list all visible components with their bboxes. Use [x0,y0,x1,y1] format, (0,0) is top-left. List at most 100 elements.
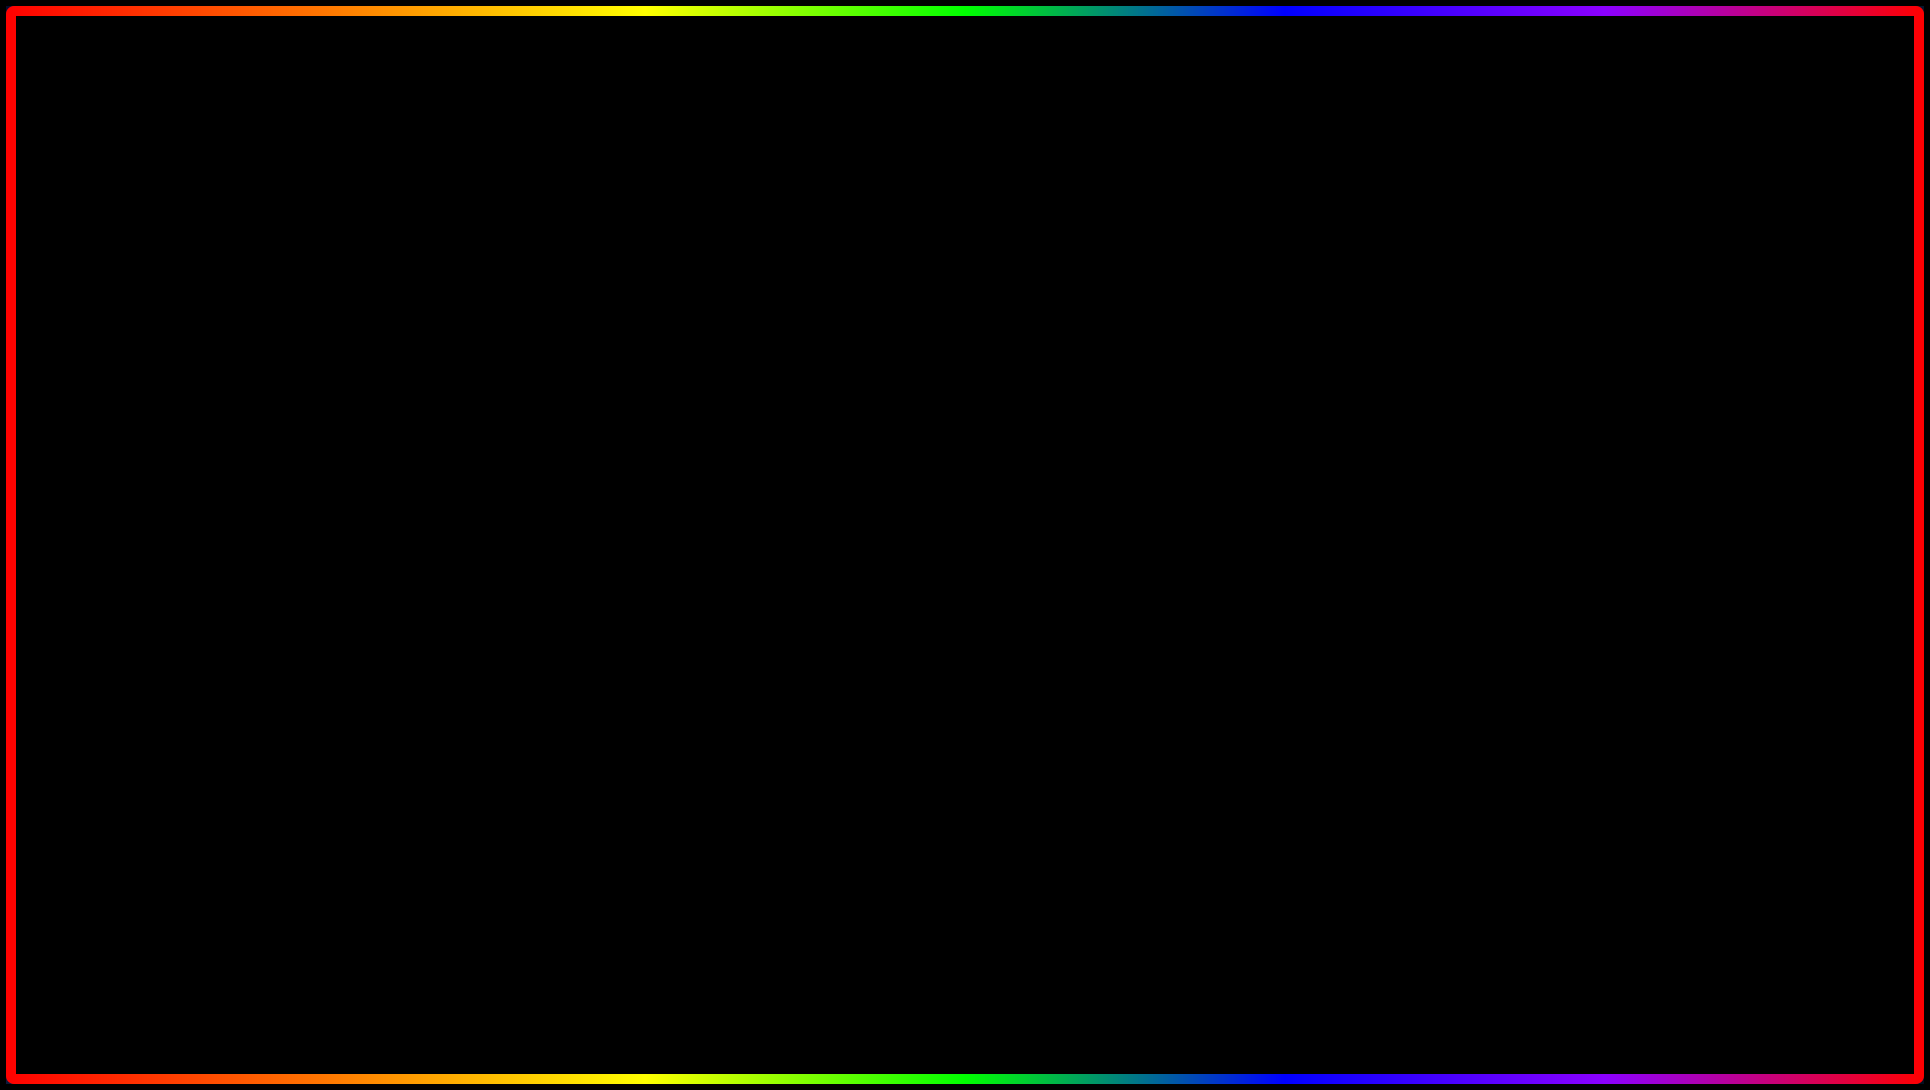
window1-titlebar: Hirimi Hub − ✕ [469,274,1003,311]
window2-controls: − ✕ [1083,402,1131,422]
sidebar1-set-position[interactable]: ⊕ Set Position [469,517,598,550]
teleport-icon: 📍 [483,459,499,476]
set-pos-icon-2: ⊕ [633,645,649,662]
sky-icon: 👤 [483,591,499,608]
window1-minimize-button[interactable]: − [943,282,963,302]
sidebar1-main[interactable]: ◇ Main [469,352,598,385]
quest-sea-event-checkbox[interactable]: ✓ [1111,513,1129,531]
main-title: BLOX FRUITS [6,26,1924,215]
sidebar1-item-label: Item [507,427,532,442]
sidebar2-set-position[interactable]: ⊕ Set Position [619,637,748,670]
set-speed-label: Set Speed [763,568,1129,583]
race-icon-2: 🏁 [633,678,649,695]
sky-icon-2: 👤 [633,711,649,728]
sidebar1-sky-label: Sky [507,592,529,607]
dev-icon-2: ⚡ [633,447,649,464]
sidebar2-setting-label: Setting [657,514,697,529]
window2-minimize-button[interactable]: − [1083,402,1103,422]
select-boat-row: Select Boat PirateGrandBrigade ▲ [763,441,1129,473]
main-icon: ◇ [483,360,499,377]
window2-title: Hirimi Hub [631,403,712,421]
gui-window-2: Hirimi Hub − ✕ ⚡ Developer ◇ Main ⚙ Sett… [616,391,1146,747]
set-speed-section: Set Speed 250 Speed [763,562,1129,633]
select-zone-label: Select Zone [763,481,836,496]
set-position-icon: ⊕ [483,525,499,542]
logo-bl-text: BL [1693,842,1780,915]
script-bottom-label: SCRIPT [814,939,1181,1054]
window2-titlebar: Hirimi Hub − ✕ [619,394,1143,431]
select-boat-value[interactable]: PirateGrandBrigade ▲ [1000,449,1129,464]
change-speed-boat-row: Change Speed Boat [763,633,1129,668]
sidebar1-item[interactable]: ◎ Item [469,418,598,451]
window1-title: Hirimi Hub [481,283,562,301]
developer-icon: ⚡ [483,327,499,344]
sidebar2-sea-event-label: Sea Event [657,613,719,628]
leviathan-name: LeviathanHeart [1696,651,1847,687]
window1-controls: − ✕ [943,282,991,302]
android-checkmark: ✓ [418,496,472,571]
setting-icon: ⚙ [483,393,499,410]
sidebar1-developer[interactable]: ⚡ Developer [469,319,598,352]
material-label-electric: Material [83,303,129,318]
sidebar1-race-v4[interactable]: 🏁 Race V4 [469,550,598,583]
select-boat-arrow: ▲ [1119,451,1129,462]
item-card-electric: Material x19 ⚡ Electric [71,291,246,476]
electric-name: Electric [83,446,234,464]
logo-ox-text: OX [1780,842,1874,915]
sidebar2-main[interactable]: ◇ Main [619,472,748,505]
sidebar2-main-label: Main [657,481,685,496]
sea-event-bottom-label: SEA EVENT [231,939,794,1054]
material-count-magnet: x1 [1833,303,1847,318]
mutant-name: MutantTooth [83,626,234,662]
quest-sea-event-label: Quest Sea Event [763,515,866,530]
mutant-icon: 🦷 [83,512,223,622]
sidebar2-developer[interactable]: ⚡ Developer [619,439,748,472]
logo-fruits-text: FRUITS [1617,916,1874,974]
low-health-row: Low Health Y Tween ✓ [611,357,991,387]
sidebar1-race-label: Race V4 [507,559,557,574]
health-bar-section: 4000 Health [611,323,991,347]
speed-bar-fill [763,589,873,609]
sidebar2-teleport[interactable]: 📍 Teleport [619,571,748,604]
select-zone-arrow: ▲ [1119,483,1129,494]
window2-main: Select Boat PirateGrandBrigade ▲ Select … [749,431,1143,744]
select-zone-value-text: Zone 4 [1075,481,1115,496]
logo-text-row: 💀 BLOX [1617,841,1874,916]
main-container: BLOX FRUITS MOBILE ✓ ANDROID ✓ Material … [0,0,1930,1090]
select-zone-value[interactable]: Zone 4 ▲ [1075,481,1129,496]
item-card-mutant: 🦷 MutantTooth [71,496,246,674]
sea-event-icon-2: 📈 [633,612,649,629]
blox-fruits-logo: 💀 BLOX FRUITS [1617,841,1874,974]
item-icon-2: ◎ [633,546,649,563]
low-health-checkbox[interactable]: ✓ [973,363,991,381]
window2-close-button[interactable]: ✕ [1111,402,1131,422]
sidebar2-setting[interactable]: ⚙ Setting [619,505,748,538]
sidebar2-race-v4[interactable]: 🏁 Race V4 [619,670,748,703]
select-zone-row: Select Zone Zone 4 ▲ [763,473,1129,505]
sidebar1-set-position-label: Set Position [507,526,576,541]
title-blox: BLOX [408,26,866,215]
window1-close-button[interactable]: ✕ [971,282,991,302]
material-label-lev: Material [1696,508,1742,523]
select-boat-label: Select Boat [763,449,834,464]
sidebar1-sea-event-label: Sea Event [507,493,569,508]
change-speed-boat-checkbox[interactable] [1111,641,1129,659]
sidebar1-teleport[interactable]: 📍 Teleport [469,451,598,484]
change-speed-boat-section: Change Speed Boat [763,540,1129,562]
sidebar2-sky[interactable]: 👤 Sky [619,703,748,736]
sidebar1-sea-event[interactable]: 📈 Sea Event [469,484,598,517]
sidebar1-setting[interactable]: ⚙ Setting [469,385,598,418]
sidebar2-developer-label: Developer [657,448,716,463]
sidebar2-item[interactable]: ◎ Item [619,538,748,571]
item-card-monster-magnet: Material x1 ⚓ MonsterMagnet [1684,291,1859,494]
sidebar2-sea-event[interactable]: 📈 Sea Event [619,604,748,637]
speed-value-label: 250 Speed [763,613,1129,627]
sidebar1-sky[interactable]: 👤 Sky [469,583,598,616]
speed-bar[interactable] [763,589,1129,609]
sidebar2-race-label: Race V4 [657,679,707,694]
main-icon-2: ◇ [633,480,649,497]
setting-icon-2: ⚙ [633,513,649,530]
mobile-checkmark: ✓ [365,408,419,483]
sidebar1-setting-label: Setting [507,394,547,409]
sea-event-icon-1: 📈 [483,492,499,509]
